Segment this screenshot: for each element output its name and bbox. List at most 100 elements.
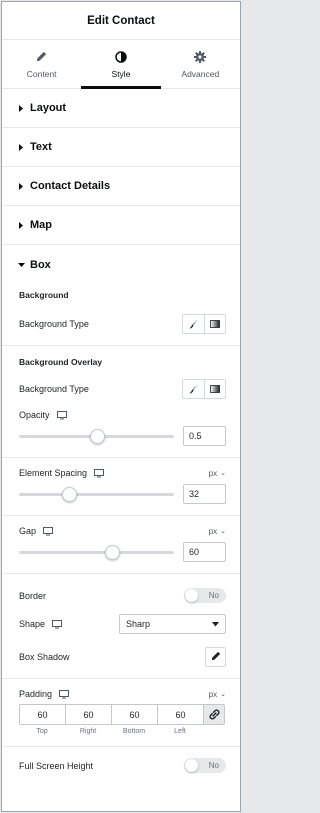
- element-spacing-slider-handle[interactable]: [61, 486, 77, 502]
- shape-control: Shape Sharp: [19, 614, 226, 634]
- section-contact-details[interactable]: Contact Details: [2, 167, 240, 206]
- box-shadow-label: Box Shadow: [19, 652, 70, 662]
- gradient-icon[interactable]: [204, 315, 225, 333]
- divider: [2, 746, 240, 747]
- section-layout[interactable]: Layout: [2, 89, 240, 128]
- element-spacing-header: Element Spacing px ⌄: [19, 468, 226, 478]
- box-shadow-control: Box Shadow: [19, 647, 226, 667]
- section-text-label: Text: [30, 141, 52, 153]
- gap-input[interactable]: 60: [183, 542, 226, 562]
- panel-tabs: Content Style Advanced: [2, 40, 240, 89]
- padding-left-label: Left: [174, 728, 186, 735]
- section-text[interactable]: Text: [2, 128, 240, 167]
- tab-advanced-label: Advanced: [181, 68, 220, 79]
- full-screen-toggle[interactable]: No: [184, 758, 226, 773]
- background-overlay-heading: Background Overlay: [19, 357, 103, 367]
- element-spacing-slider[interactable]: [19, 486, 174, 502]
- element-spacing-label-row: Element Spacing: [19, 468, 105, 478]
- gap-label: Gap: [19, 526, 37, 536]
- link-icon[interactable]: [203, 704, 225, 725]
- pencil-icon: [211, 651, 221, 663]
- caret-right-icon: [18, 143, 30, 151]
- gap-slider[interactable]: [19, 544, 174, 560]
- padding-label: Padding: [19, 689, 53, 699]
- gap-slider-handle[interactable]: [105, 544, 120, 560]
- shape-label-row: Shape: [19, 619, 63, 629]
- padding-right-label: Right: [79, 728, 97, 735]
- opacity-slider-row: 0.5: [19, 426, 226, 446]
- tab-content[interactable]: Content: [2, 40, 81, 88]
- section-contact-details-label: Contact Details: [30, 180, 111, 192]
- caret-right-icon: [18, 182, 30, 190]
- box-shadow-edit-button[interactable]: [205, 647, 226, 667]
- gear-icon: [194, 50, 207, 64]
- element-spacing-label: Element Spacing: [19, 468, 88, 478]
- padding-dimensions: 60 60 60 60: [19, 704, 226, 725]
- caret-right-icon: [18, 221, 30, 229]
- caret-down-icon: [18, 262, 30, 268]
- background-heading: Background: [19, 290, 69, 300]
- padding-label-row: Padding: [19, 689, 70, 699]
- monitor-icon[interactable]: [43, 526, 54, 536]
- element-spacing-slider-row: 32: [19, 484, 226, 504]
- tab-advanced[interactable]: Advanced: [161, 40, 240, 88]
- opacity-slider[interactable]: [19, 428, 174, 444]
- section-map[interactable]: Map: [2, 206, 240, 245]
- border-control: Border No: [19, 588, 226, 603]
- border-label: Border: [19, 590, 47, 601]
- shape-select[interactable]: Sharp: [119, 614, 226, 634]
- overlay-type-label: Background Type: [19, 384, 89, 394]
- tab-style[interactable]: Style: [81, 40, 161, 89]
- unit-label: px: [208, 526, 218, 536]
- divider: [2, 457, 240, 458]
- full-screen-label: Full Screen Height: [19, 760, 94, 771]
- tab-content-label: Content: [26, 68, 57, 79]
- divider: [2, 678, 240, 679]
- overlay-type-control: Background Type: [19, 379, 226, 399]
- brush-icon[interactable]: [183, 380, 204, 398]
- box-controls: Background Background Type Background Ov…: [2, 290, 240, 773]
- padding-unit[interactable]: px ⌄: [209, 690, 226, 699]
- full-screen-toggle-state: No: [208, 761, 219, 770]
- padding-left-input[interactable]: 60: [157, 704, 203, 725]
- monitor-icon[interactable]: [56, 410, 67, 420]
- gap-slider-row: 60: [19, 542, 226, 562]
- pencil-icon: [36, 50, 47, 64]
- opacity-input[interactable]: 0.5: [183, 426, 226, 446]
- gap-unit[interactable]: px ⌄: [209, 527, 226, 536]
- monitor-icon[interactable]: [94, 468, 105, 478]
- monitor-icon[interactable]: [59, 689, 70, 699]
- editor-panel: Edit Contact Content Style Advanced Layo…: [1, 1, 241, 812]
- monitor-icon[interactable]: [52, 619, 63, 629]
- unit-label: px: [208, 689, 218, 699]
- padding-side-labels: Top Right Bottom Left: [19, 728, 226, 735]
- chevron-down-icon: ⌄: [220, 528, 226, 535]
- element-spacing-unit[interactable]: px ⌄: [209, 469, 226, 478]
- border-toggle-state: No: [208, 591, 219, 600]
- chevron-down-icon: ⌄: [220, 470, 226, 477]
- caret-right-icon: [18, 104, 30, 112]
- tab-style-label: Style: [111, 68, 131, 79]
- toggle-knob: [185, 589, 198, 602]
- divider: [2, 515, 240, 516]
- padding-top-label: Top: [36, 728, 48, 735]
- toggle-knob: [185, 759, 198, 772]
- padding-top-input[interactable]: 60: [19, 704, 65, 725]
- opacity-slider-handle[interactable]: [89, 428, 105, 444]
- element-spacing-input[interactable]: 32: [183, 484, 226, 504]
- opacity-label-row: Opacity: [19, 410, 226, 420]
- padding-right-input[interactable]: 60: [65, 704, 111, 725]
- caret-down-icon: [212, 619, 219, 629]
- border-toggle[interactable]: No: [184, 588, 226, 603]
- section-map-label: Map: [30, 219, 52, 231]
- section-box[interactable]: Box: [2, 245, 240, 284]
- background-type-label: Background Type: [19, 319, 89, 329]
- padding-bottom-input[interactable]: 60: [111, 704, 157, 725]
- shape-select-value: Sharp: [126, 619, 151, 629]
- gradient-icon[interactable]: [204, 380, 225, 398]
- brush-icon[interactable]: [183, 315, 204, 333]
- gap-header: Gap px ⌄: [19, 526, 226, 536]
- background-type-choices: [182, 314, 226, 334]
- section-layout-label: Layout: [30, 102, 67, 114]
- panel-title: Edit Contact: [87, 14, 155, 27]
